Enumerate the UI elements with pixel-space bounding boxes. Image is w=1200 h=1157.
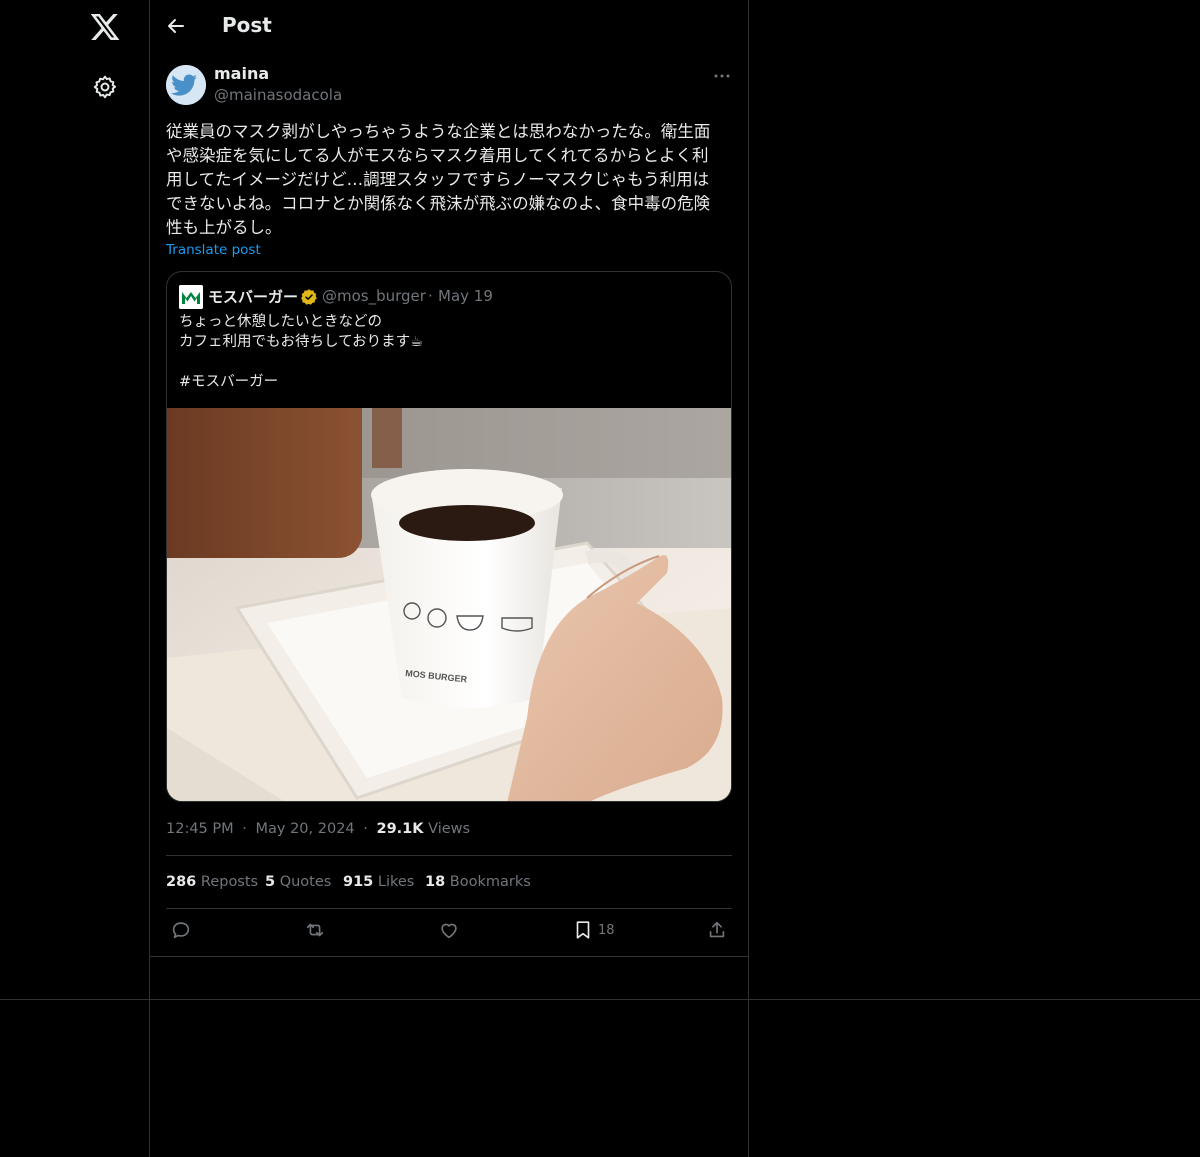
main-column: Post maina @mainasodacola 従業員のマスク剥がしやっちゃ… xyxy=(150,0,749,1157)
bookmark-button[interactable]: 18 xyxy=(572,919,615,945)
mos-logo-icon xyxy=(179,285,203,309)
share-icon[interactable] xyxy=(706,919,728,943)
bookmarks-count: 18 xyxy=(425,874,446,890)
post-time[interactable]: 12:45 PM xyxy=(166,821,234,837)
translate-link[interactable]: Translate post xyxy=(166,242,261,258)
quote-image[interactable]: MOS BURGER xyxy=(167,408,731,801)
quotes-label: Quotes xyxy=(279,874,332,890)
quote-header: モスバーガー @mos_burger · May 19 xyxy=(179,285,719,309)
repost-icon[interactable] xyxy=(304,919,326,943)
bookmark-count: 18 xyxy=(598,923,615,938)
quotes-stat[interactable]: 5 Quotes xyxy=(265,874,331,890)
post-text: 従業員のマスク剥がしやっちゃうような企業とは思わなかったな。衛生面 や感染症を気… xyxy=(166,122,711,237)
bookmarks-label: Bookmarks xyxy=(449,874,531,890)
likes-label: Likes xyxy=(377,874,415,890)
author-handle[interactable]: @mainasodacola xyxy=(214,86,342,104)
divider xyxy=(150,956,748,957)
separator: · xyxy=(428,287,433,305)
verified-icon xyxy=(300,288,318,306)
separator: · xyxy=(363,821,368,837)
divider xyxy=(166,855,732,856)
quotes-count: 5 xyxy=(265,874,276,890)
quote-author-name[interactable]: モスバーガー xyxy=(208,286,298,307)
bookmarks-stat[interactable]: 18 Bookmarks xyxy=(425,874,531,890)
left-nav xyxy=(0,0,150,1157)
like-icon[interactable] xyxy=(438,919,460,943)
avatar[interactable] xyxy=(166,65,206,105)
action-bar: 18 xyxy=(166,919,732,943)
back-arrow-icon[interactable] xyxy=(164,14,188,38)
quote-author-handle[interactable]: @mos_burger xyxy=(322,287,426,305)
likes-stat[interactable]: 915 Likes xyxy=(343,874,414,890)
page-title: Post xyxy=(222,13,272,37)
reposts-label: Reposts xyxy=(200,874,259,890)
post-meta: 12:45 PM · May 20, 2024 · 29.1K Views xyxy=(166,821,470,837)
reposts-count: 286 xyxy=(166,874,197,890)
bookmark-icon xyxy=(572,921,594,945)
separator: · xyxy=(242,821,247,837)
quote-text: ちょっと休憩したいときなどの カフェ利用でもお待ちしております☕ #モスバーガー xyxy=(179,314,424,390)
reply-icon[interactable] xyxy=(170,919,192,943)
gear-icon[interactable] xyxy=(92,74,118,100)
header: Post xyxy=(150,0,748,56)
post-date[interactable]: May 20, 2024 xyxy=(255,821,354,837)
divider xyxy=(166,908,732,909)
reposts-stat[interactable]: 286 Reposts xyxy=(166,874,258,890)
views-label: Views xyxy=(428,821,471,837)
author-name[interactable]: maina xyxy=(214,64,269,83)
views-count: 29.1K xyxy=(376,821,424,837)
likes-count: 915 xyxy=(343,874,374,890)
quoted-post[interactable]: モスバーガー @mos_burger · May 19 ちょっと休憩したいときな… xyxy=(166,271,732,802)
quote-date[interactable]: May 19 xyxy=(438,287,493,305)
x-logo-icon[interactable] xyxy=(89,11,121,43)
more-icon[interactable] xyxy=(712,66,732,86)
